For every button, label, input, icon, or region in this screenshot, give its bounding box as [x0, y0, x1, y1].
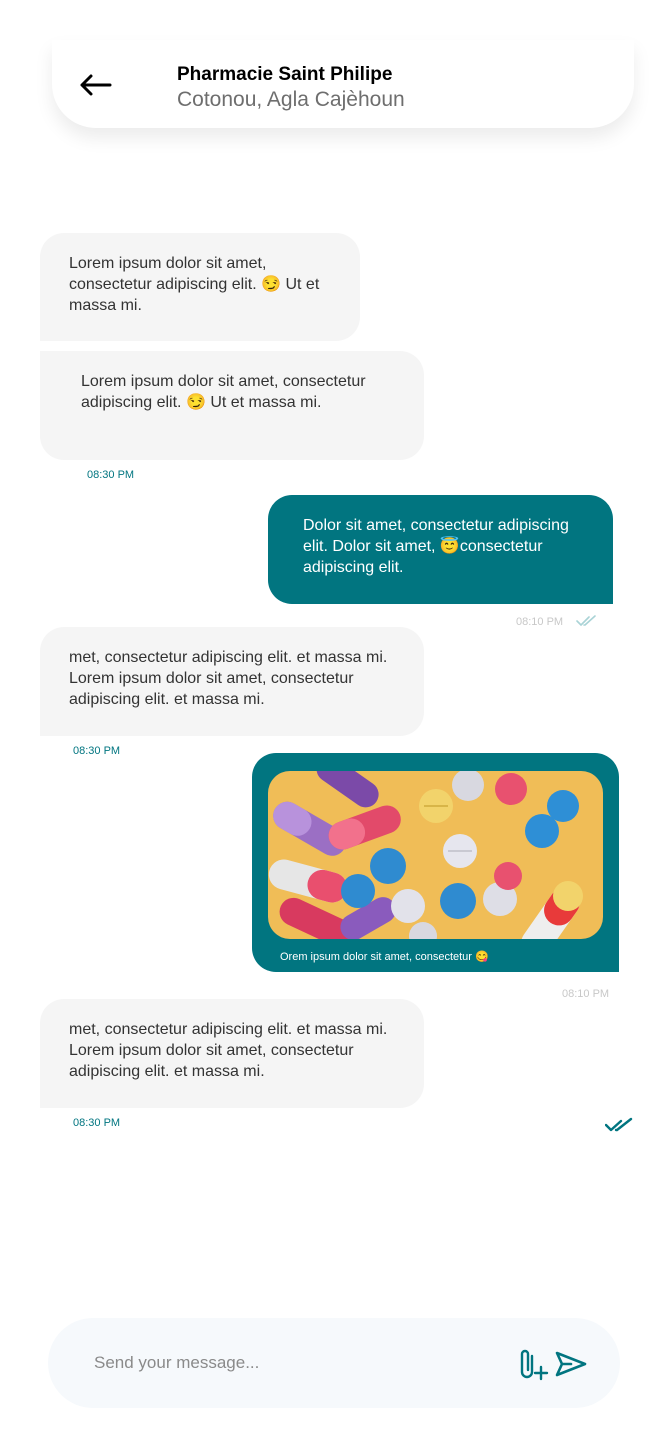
pharmacy-name: Pharmacie Saint Philipe [177, 64, 393, 85]
send-button[interactable] [553, 1349, 589, 1379]
incoming-message: met, consectetur adipiscing elit. et mas… [40, 627, 424, 736]
message-input[interactable] [92, 1340, 496, 1386]
message-text: Lorem ipsum dolor sit amet, consectetur … [69, 255, 320, 314]
message-time: 08:30 PM [73, 1117, 121, 1129]
attach-button[interactable] [518, 1346, 550, 1382]
pills-photo[interactable] [268, 771, 603, 939]
double-check-icon [576, 615, 596, 626]
double-check-icon [605, 1117, 633, 1132]
message-time: 08:10 PM [516, 616, 564, 628]
message-text: met, consectetur adipiscing elit. et mas… [69, 649, 388, 708]
image-caption: Orem ipsum dolor sit amet, consectetur 😋 [280, 951, 489, 963]
message-time: 08:30 PM [87, 469, 135, 481]
message-time: 08:10 PM [562, 988, 610, 1000]
paperclip-plus-icon [520, 1349, 549, 1381]
outgoing-message: Dolor sit amet, consectetur adipiscing e… [268, 495, 613, 604]
pharmacy-location: Cotonou, Agla Cajèhoun [177, 88, 405, 111]
message-time: 08:30 PM [73, 745, 121, 757]
incoming-message: met, consectetur adipiscing elit. et mas… [40, 999, 424, 1108]
arrow-left-icon [80, 74, 112, 96]
incoming-message: Lorem ipsum dolor sit amet, consectetur … [40, 351, 424, 460]
message-composer [48, 1318, 620, 1408]
incoming-message: Lorem ipsum dolor sit amet, consectetur … [40, 233, 360, 341]
send-icon [555, 1351, 587, 1377]
outgoing-image-message[interactable]: Orem ipsum dolor sit amet, consectetur 😋 [252, 753, 619, 972]
message-text: met, consectetur adipiscing elit. et mas… [69, 1021, 388, 1080]
chat-header: Pharmacie Saint Philipe Cotonou, Agla Ca… [52, 40, 634, 128]
back-button[interactable] [76, 70, 116, 100]
message-text: Lorem ipsum dolor sit amet, consectetur … [81, 373, 366, 411]
message-text: Dolor sit amet, consectetur adipiscing e… [303, 517, 569, 576]
